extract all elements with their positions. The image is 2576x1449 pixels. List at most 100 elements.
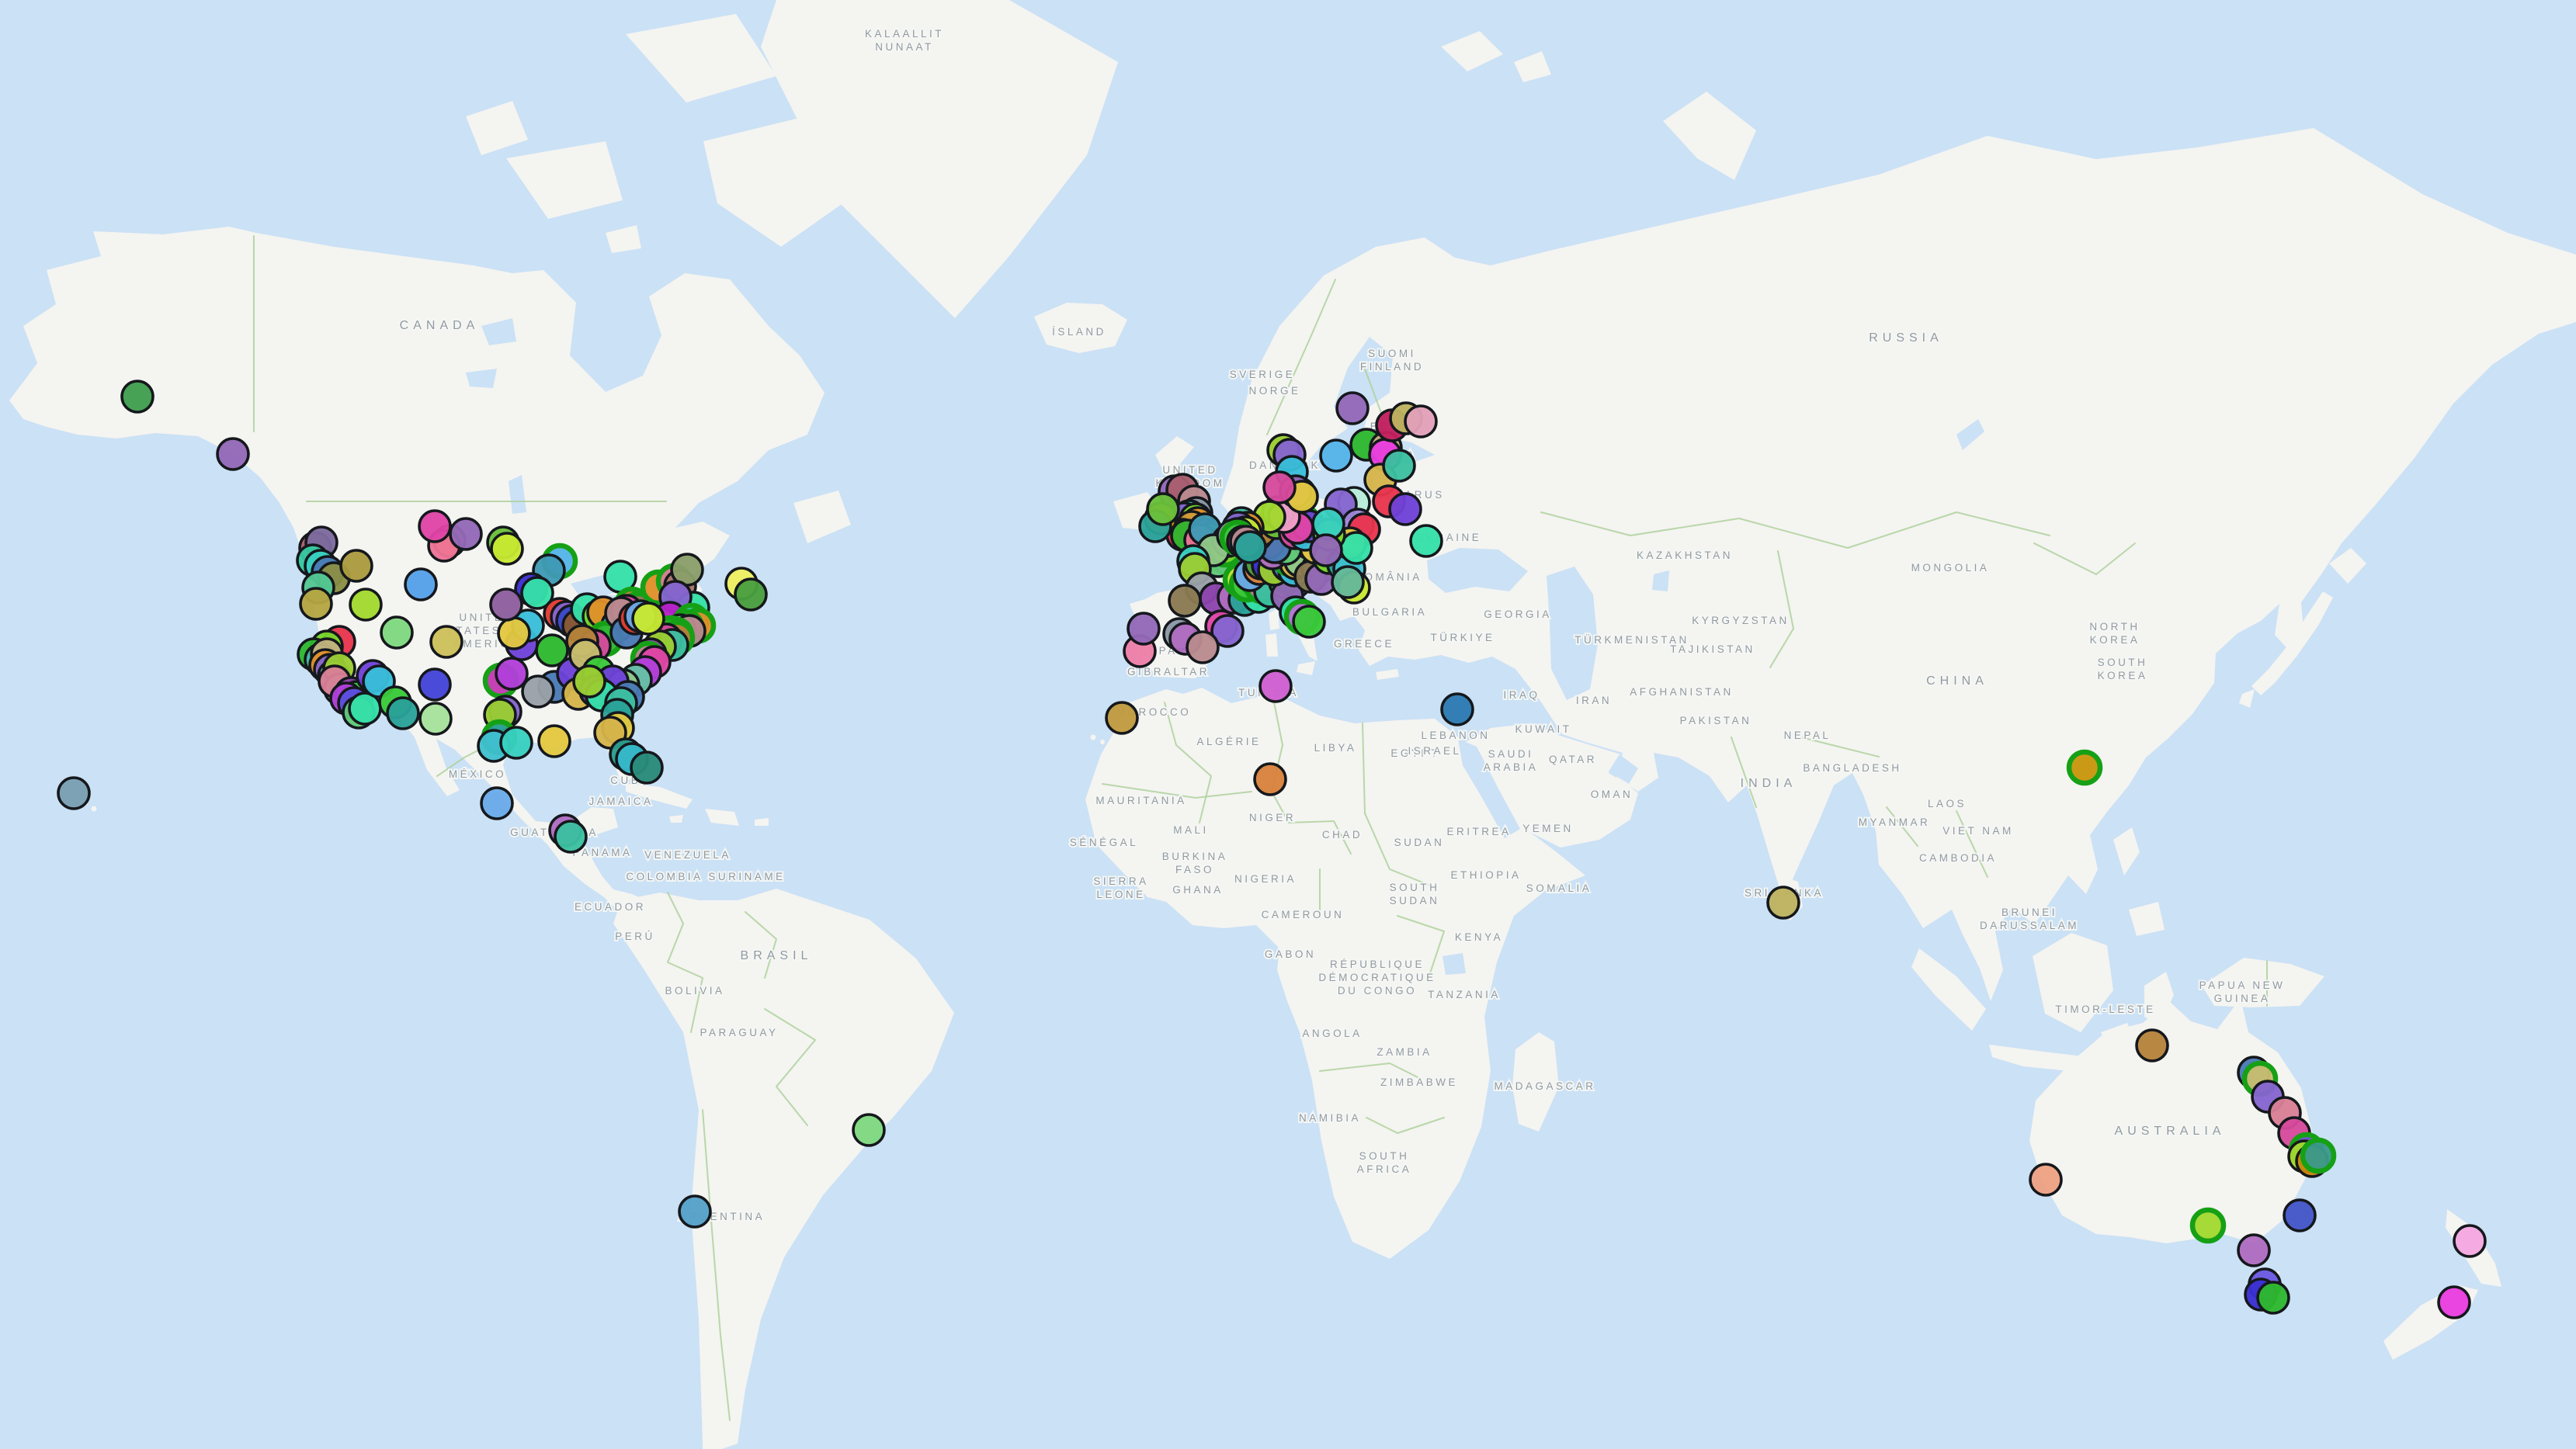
country-label: SVERIGE xyxy=(1230,369,1296,380)
map-marker[interactable] xyxy=(419,511,450,542)
map-marker[interactable] xyxy=(1405,406,1436,437)
map-marker[interactable] xyxy=(1128,613,1159,644)
map-marker[interactable] xyxy=(122,381,153,412)
country-label: NEPAL xyxy=(1784,730,1831,741)
map-marker[interactable] xyxy=(735,579,766,610)
country-label: NORGE xyxy=(1248,385,1300,397)
map-marker[interactable] xyxy=(1768,887,1799,918)
map-marker[interactable] xyxy=(2303,1140,2334,1171)
map-marker[interactable] xyxy=(481,788,512,819)
map-marker[interactable] xyxy=(1260,671,1291,702)
map-marker[interactable] xyxy=(387,698,418,729)
country-label: PAKISTAN xyxy=(1680,715,1752,726)
country-label: ETHIOPIA xyxy=(1450,869,1521,881)
country-label: ERITREA xyxy=(1446,826,1511,837)
country-label: ALGÉRIE xyxy=(1196,736,1261,747)
map-marker[interactable] xyxy=(498,618,529,649)
map-marker[interactable] xyxy=(555,821,586,852)
map-marker[interactable] xyxy=(2137,1030,2168,1061)
country-label: QATAR xyxy=(1549,754,1597,765)
map-marker[interactable] xyxy=(679,1196,710,1227)
map-marker[interactable] xyxy=(217,439,248,470)
country-label: VENEZUELA xyxy=(644,849,731,861)
map-marker[interactable] xyxy=(2069,752,2100,783)
map-marker[interactable] xyxy=(2030,1164,2061,1195)
country-label: GREECE xyxy=(1334,638,1394,650)
map-marker[interactable] xyxy=(381,617,412,648)
map-marker[interactable] xyxy=(1234,532,1265,563)
map-marker[interactable] xyxy=(1106,702,1137,733)
map-marker[interactable] xyxy=(1383,450,1415,481)
country-label: PARAGUAY xyxy=(700,1027,778,1038)
map-marker[interactable] xyxy=(405,569,436,600)
country-label: IRAQ xyxy=(1503,689,1540,701)
map-marker[interactable] xyxy=(1321,440,1352,471)
map-marker[interactable] xyxy=(2258,1282,2289,1313)
country-label: LAOS xyxy=(1928,798,1967,809)
map-marker[interactable] xyxy=(1442,694,1473,725)
map-marker[interactable] xyxy=(522,676,554,707)
map-marker[interactable] xyxy=(1311,535,1342,566)
country-label: SURINAME xyxy=(708,871,785,882)
country-label: GABON xyxy=(1265,948,1316,960)
country-label: KAZAKHSTAN xyxy=(1637,549,1733,561)
map-marker[interactable] xyxy=(300,588,332,619)
country-label: MAURITANIA xyxy=(1095,795,1186,806)
country-label: TAJIKISTAN xyxy=(1670,643,1755,655)
map-marker[interactable] xyxy=(574,666,605,697)
map-marker[interactable] xyxy=(1390,494,1421,525)
map-marker[interactable] xyxy=(1169,585,1200,616)
country-label: PERÚ xyxy=(615,931,655,942)
map-marker[interactable] xyxy=(1147,494,1179,525)
map-marker[interactable] xyxy=(419,669,450,700)
map-marker[interactable] xyxy=(431,626,462,657)
country-label: LEBANON xyxy=(1421,730,1490,741)
country-label: CHINA xyxy=(1926,674,1988,688)
country-label: ÍSLAND xyxy=(1052,326,1106,338)
map-marker[interactable] xyxy=(2192,1210,2224,1241)
map-marker[interactable] xyxy=(58,778,89,809)
map-marker[interactable] xyxy=(420,703,451,734)
map-marker[interactable] xyxy=(491,533,522,564)
map-marker[interactable] xyxy=(1337,393,1368,424)
country-label: JAMAICA xyxy=(588,796,653,807)
map-marker[interactable] xyxy=(539,726,570,757)
map-marker[interactable] xyxy=(2284,1200,2315,1231)
map-marker[interactable] xyxy=(496,658,527,689)
map-marker[interactable] xyxy=(341,550,372,581)
country-label: MÉXICO xyxy=(449,768,506,780)
map-marker[interactable] xyxy=(1332,567,1363,598)
country-label: GHANA xyxy=(1172,884,1224,896)
map-marker[interactable] xyxy=(501,727,532,758)
map-marker[interactable] xyxy=(631,752,662,783)
map-marker[interactable] xyxy=(450,518,481,549)
country-label: MALI xyxy=(1173,824,1209,836)
map-marker[interactable] xyxy=(2238,1235,2269,1266)
country-label: MONGOLIA xyxy=(1911,562,1990,574)
map-viewport[interactable]: KALAALLITNUNAATCANADARUSSIAÍSLANDNORGESV… xyxy=(0,0,2576,1449)
country-label: ANGOLA xyxy=(1302,1028,1362,1039)
map-marker[interactable] xyxy=(350,589,381,620)
map-marker[interactable] xyxy=(633,603,664,634)
map-marker[interactable] xyxy=(1255,764,1286,795)
map-marker[interactable] xyxy=(1293,606,1324,637)
country-label: KUWAIT xyxy=(1515,723,1572,735)
map-marker[interactable] xyxy=(2439,1287,2470,1318)
world-map[interactable]: KALAALLITNUNAATCANADARUSSIAÍSLANDNORGESV… xyxy=(0,0,2576,1449)
country-label: CHAD xyxy=(1322,829,1363,841)
country-label: CAMBODIA xyxy=(1919,852,1997,864)
country-label: SUDAN xyxy=(1394,837,1445,848)
country-label: LIBYA xyxy=(1314,742,1357,754)
map-marker[interactable] xyxy=(853,1114,884,1146)
country-label: CAMEROUN xyxy=(1262,909,1345,920)
map-marker[interactable] xyxy=(1264,472,1295,503)
map-marker[interactable] xyxy=(2454,1225,2485,1257)
map-marker[interactable] xyxy=(1411,525,1442,556)
country-label: ISRAEL xyxy=(1408,745,1461,757)
map-marker[interactable] xyxy=(491,589,522,620)
country-label: ZAMBIA xyxy=(1377,1046,1432,1058)
country-label: IRAN xyxy=(1576,695,1612,706)
country-label: NAMIBIA xyxy=(1299,1112,1361,1124)
map-marker[interactable] xyxy=(1187,632,1218,663)
country-label: BRASIL xyxy=(741,949,813,962)
